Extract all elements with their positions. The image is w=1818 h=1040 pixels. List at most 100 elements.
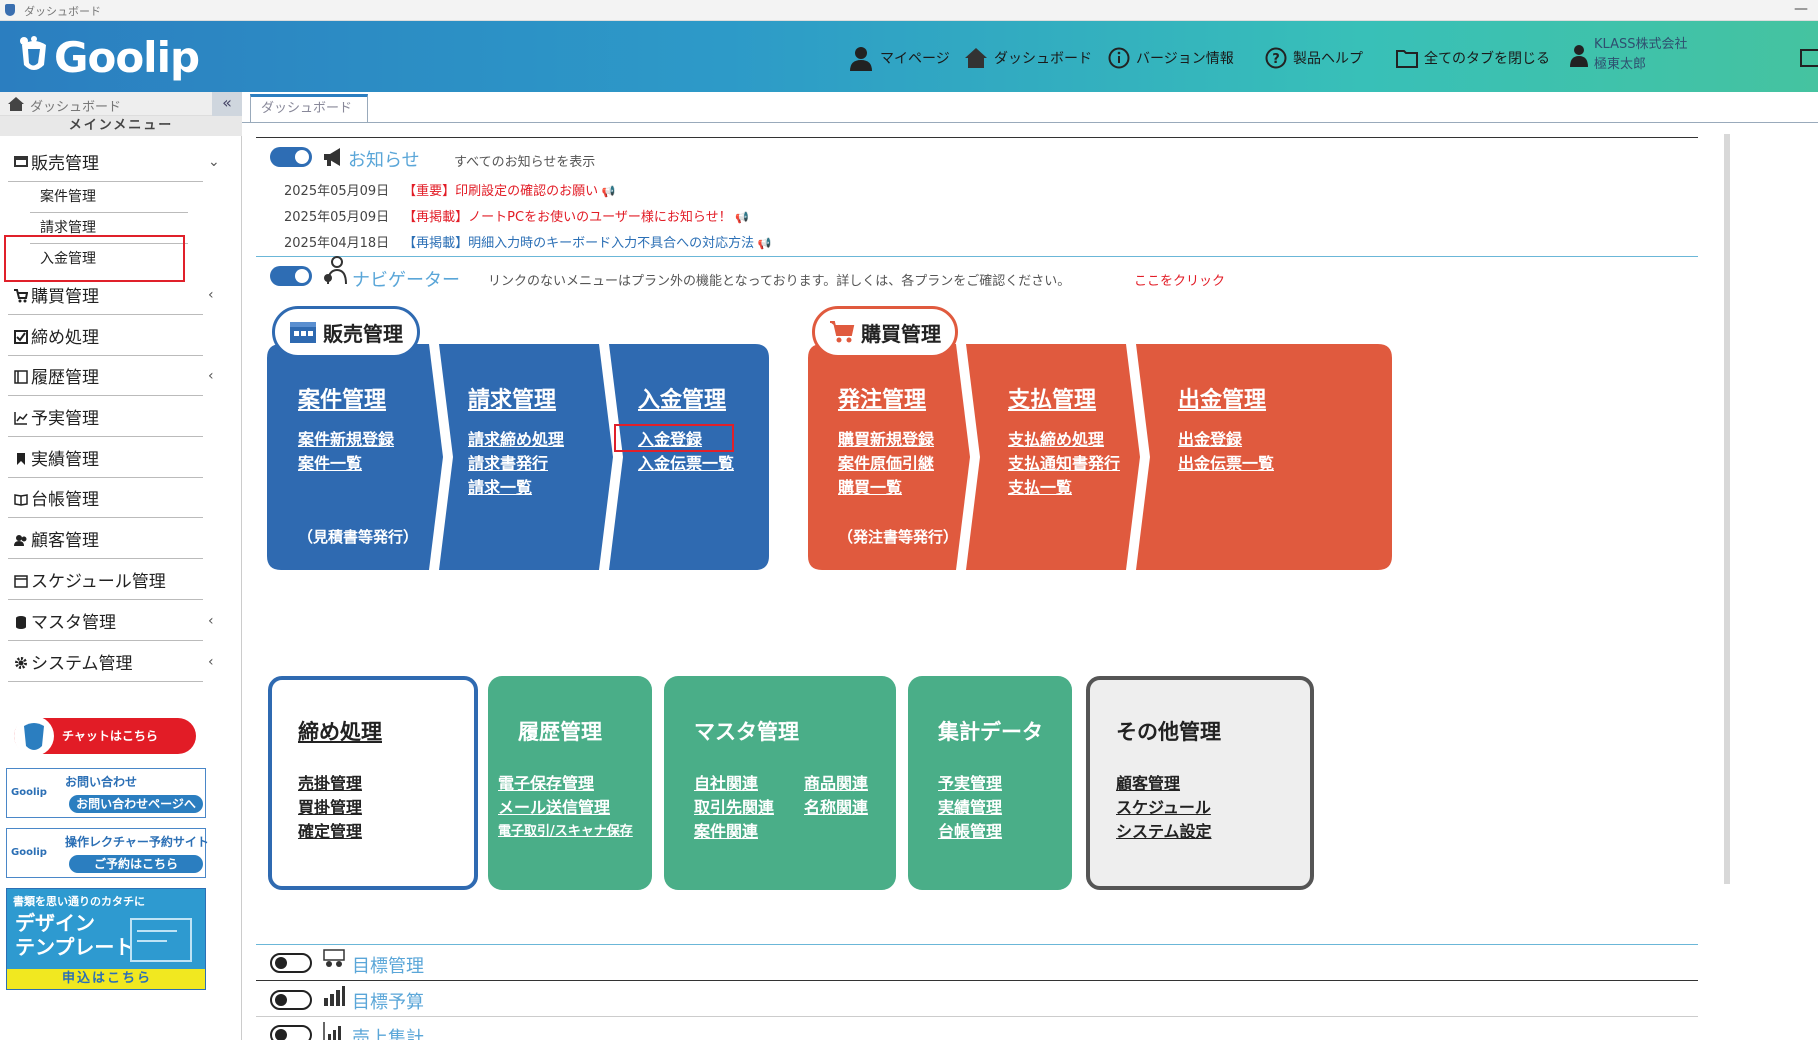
design-apply-button[interactable]: 申込はこちら — [7, 969, 205, 989]
billing-list-link[interactable]: 請求一覧 — [468, 474, 532, 498]
payment-list-link[interactable]: 支払一覧 — [1008, 474, 1072, 498]
project-related-link[interactable]: 案件関連 — [694, 818, 758, 842]
customer-link[interactable]: 顧客管理 — [1116, 770, 1180, 794]
ledger-link[interactable]: 台帳管理 — [938, 818, 1002, 842]
version-link[interactable]: バージョン情報 — [1108, 45, 1234, 71]
notice-title: お知らせ — [348, 150, 420, 171]
header-edge-icon[interactable] — [1800, 49, 1818, 67]
receipt-mgmt-title[interactable]: 入金管理 — [638, 382, 726, 414]
bar-chart-icon — [324, 986, 345, 1006]
sidebar-item-history[interactable]: 履歴管理 ‹ — [8, 356, 214, 396]
collapse-sidebar-button[interactable]: « — [212, 92, 242, 116]
purchase-badge-label: 購買管理 — [861, 321, 941, 346]
billing-closing-link[interactable]: 請求締め処理 — [468, 426, 564, 450]
mypage-label: マイページ — [880, 51, 950, 67]
confirm-link[interactable]: 確定管理 — [298, 818, 362, 842]
notice-text[interactable]: 【再掲載】ノートPCをお使いのユーザー様にお知らせ！ — [403, 210, 731, 225]
minimize-button[interactable]: — — [1794, 1, 1808, 17]
closing-title[interactable]: 締め処理 — [298, 716, 382, 746]
close-tabs-link[interactable]: 全てのタブを閉じる — [1396, 45, 1550, 71]
sidebar-item-purchase[interactable]: 購買管理 ‹ — [8, 275, 214, 315]
lecture-reserve-button[interactable]: ご予約はこちら — [69, 855, 203, 873]
system-settings-link[interactable]: システム設定 — [1116, 818, 1212, 842]
vertical-scrollbar[interactable] — [1724, 134, 1730, 884]
contact-page-button[interactable]: お問い合わせページへ — [69, 795, 203, 813]
e-storage-link[interactable]: 電子保存管理 — [498, 770, 594, 794]
project-mgmt-title[interactable]: 案件管理 — [298, 382, 386, 414]
sidebar-item-budget[interactable]: 予実管理 — [8, 397, 203, 437]
payment-mgmt-title[interactable]: 支払管理 — [1008, 382, 1096, 414]
plan-click-here-link[interactable]: ここをクリック — [1134, 270, 1225, 289]
disbursement-register-link[interactable]: 出金登録 — [1178, 426, 1242, 450]
notice-text[interactable]: 【重要】印刷設定の確認のお願い — [403, 184, 598, 199]
notice-row[interactable]: 2025年05月09日 【重要】印刷設定の確認のお願い 📢 — [284, 180, 615, 199]
help-link[interactable]: ? 製品ヘルプ — [1265, 45, 1363, 71]
lecture-banner[interactable]: Goolip 操作レクチャー予約サイト ご予約はこちら — [6, 828, 209, 878]
goal-mgmt-toggle[interactable] — [270, 953, 312, 973]
sidebar-item-label: 予実管理 — [31, 409, 99, 429]
name-related-link[interactable]: 名称関連 — [804, 794, 868, 818]
notice-text[interactable]: 【再掲載】明細入力時のキーボード入力不具合への対応方法 — [403, 236, 754, 251]
home-icon — [965, 48, 987, 68]
product-related-link[interactable]: 商品関連 — [804, 770, 868, 794]
chevron-left-icon: ‹ — [208, 367, 214, 384]
sidebar-item-sales[interactable]: 販売管理 ⌄ — [8, 142, 220, 182]
app-icon — [5, 4, 15, 16]
goal-mgmt-title[interactable]: 目標管理 — [352, 952, 424, 978]
mail-log-link[interactable]: メール送信管理 — [498, 794, 610, 818]
dashboard-link[interactable]: ダッシュボード — [964, 45, 1092, 71]
schedule-link[interactable]: スケジュール — [1116, 794, 1211, 818]
history-title: 履歴管理 — [518, 720, 602, 744]
payable-link[interactable]: 買掛管理 — [298, 794, 362, 818]
purchase-new-link[interactable]: 購買新規登録 — [838, 426, 934, 450]
show-all-notices-link[interactable]: すべてのお知らせを表示 — [454, 151, 595, 170]
sales-badge: 販売管理 — [272, 306, 420, 358]
chat-button[interactable]: チャットはこちら — [14, 716, 196, 756]
disbursement-slip-list-link[interactable]: 出金伝票一覧 — [1178, 450, 1274, 474]
notice-row[interactable]: 2025年05月09日 【再掲載】ノートPCをお使いのユーザー様にお知らせ！ 📢 — [284, 206, 749, 225]
checkbox-icon — [14, 329, 28, 344]
receivable-link[interactable]: 売掛管理 — [298, 770, 362, 794]
sidebar-item-system[interactable]: システム管理 ‹ — [8, 642, 214, 682]
navigator-toggle[interactable] — [270, 266, 312, 286]
help-icon: ? — [1265, 47, 1287, 69]
tab-dashboard[interactable]: ダッシュボード — [250, 94, 368, 122]
mypage-link[interactable]: マイページ — [848, 45, 950, 71]
sidebar-item-results[interactable]: 実績管理 — [8, 438, 203, 478]
sales-summary-title[interactable]: 売上集計 — [352, 1024, 424, 1040]
e-transaction-link[interactable]: 電子取引/スキャナ保存 — [498, 820, 633, 839]
notice-row[interactable]: 2025年04月18日 【再掲載】明細入力時のキーボード入力不具合への対応方法 📢 — [284, 232, 771, 251]
sidebar-item-closing[interactable]: 締め処理 — [8, 316, 203, 356]
sidebar-item-customers[interactable]: 顧客管理 — [8, 519, 203, 559]
billing-mgmt-title[interactable]: 請求管理 — [468, 382, 556, 414]
sidebar-dashboard-label[interactable]: ダッシュボード — [30, 96, 121, 115]
goal-budget-title[interactable]: 目標予算 — [352, 988, 424, 1014]
goolip-logo[interactable]: Goolip — [12, 29, 200, 87]
partner-related-link[interactable]: 取引先関連 — [694, 794, 774, 818]
sales-summary-toggle[interactable] — [270, 1025, 312, 1040]
design-template-banner[interactable]: 書類を思い通りのカタチに デザイン テンプレート 申込はこちら — [6, 888, 206, 990]
order-mgmt-title[interactable]: 発注管理 — [838, 382, 926, 414]
sidebar-sub-project[interactable]: 案件管理 — [30, 182, 188, 213]
receipt-slip-list-link[interactable]: 入金伝票一覧 — [638, 450, 734, 474]
sidebar-item-ledger[interactable]: 台帳管理 — [8, 478, 203, 518]
payment-notice-link[interactable]: 支払通知書発行 — [1008, 450, 1120, 474]
invoice-issue-link[interactable]: 請求書発行 — [468, 450, 548, 474]
cost-carryover-link[interactable]: 案件原価引継 — [838, 450, 934, 474]
disbursement-mgmt-title[interactable]: 出金管理 — [1178, 382, 1266, 414]
app-header: Goolip マイページ ダッシュボード バージョン情報 ? 製品ヘルプ 全ての… — [0, 21, 1818, 92]
budget-link[interactable]: 予実管理 — [938, 770, 1002, 794]
sidebar-item-master[interactable]: マスタ管理 ‹ — [8, 601, 214, 641]
company-related-link[interactable]: 自社関連 — [694, 770, 758, 794]
project-list-link[interactable]: 案件一覧 — [298, 450, 362, 474]
payment-closing-link[interactable]: 支払締め処理 — [1008, 426, 1104, 450]
user-info[interactable]: KLASS株式会社 極東太郎 — [1570, 33, 1687, 77]
results-link[interactable]: 実績管理 — [938, 794, 1002, 818]
notice-toggle[interactable] — [270, 147, 312, 167]
goal-budget-toggle[interactable] — [270, 990, 312, 1010]
logo-text: Goolip — [54, 33, 200, 82]
contact-banner[interactable]: Goolip お問い合わせ お問い合わせページへ — [6, 768, 206, 818]
purchase-list-link[interactable]: 購買一覧 — [838, 474, 902, 498]
project-new-link[interactable]: 案件新規登録 — [298, 426, 394, 450]
sidebar-item-schedule[interactable]: スケジュール管理 — [8, 560, 203, 600]
